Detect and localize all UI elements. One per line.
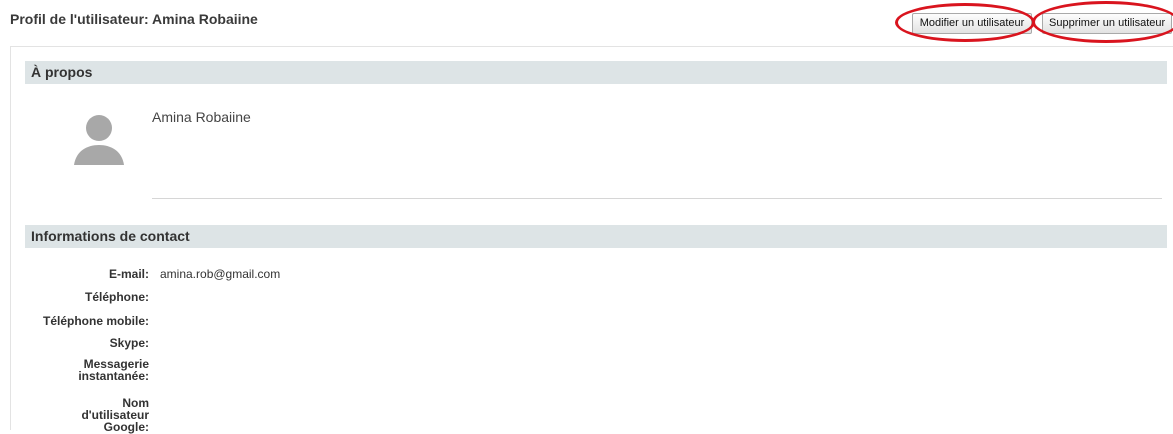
field-label-mobile: Téléphone mobile: <box>42 314 149 328</box>
avatar-icon <box>73 113 125 165</box>
section-header-about: À propos <box>25 61 1167 84</box>
field-label-skype: Skype: <box>109 336 149 350</box>
field-label-im: Messagerie instantanée: <box>78 357 149 383</box>
field-label-email: E-mail: <box>108 267 149 281</box>
divider <box>152 198 1162 199</box>
field-label-google: Nom d'utilisateur Google: <box>81 396 149 434</box>
section-header-contact: Informations de contact <box>25 225 1167 248</box>
page-title: Profil de l'utilisateur: Amina Robaiine <box>10 11 258 27</box>
field-value-email: amina.rob@gmail.com <box>160 267 281 281</box>
delete-user-button[interactable]: Supprimer un utilisateur <box>1042 13 1172 34</box>
edit-user-button[interactable]: Modifier un utilisateur <box>912 13 1032 34</box>
profile-name: Amina Robaiine <box>152 109 251 125</box>
field-label-phone: Téléphone: <box>84 290 149 304</box>
